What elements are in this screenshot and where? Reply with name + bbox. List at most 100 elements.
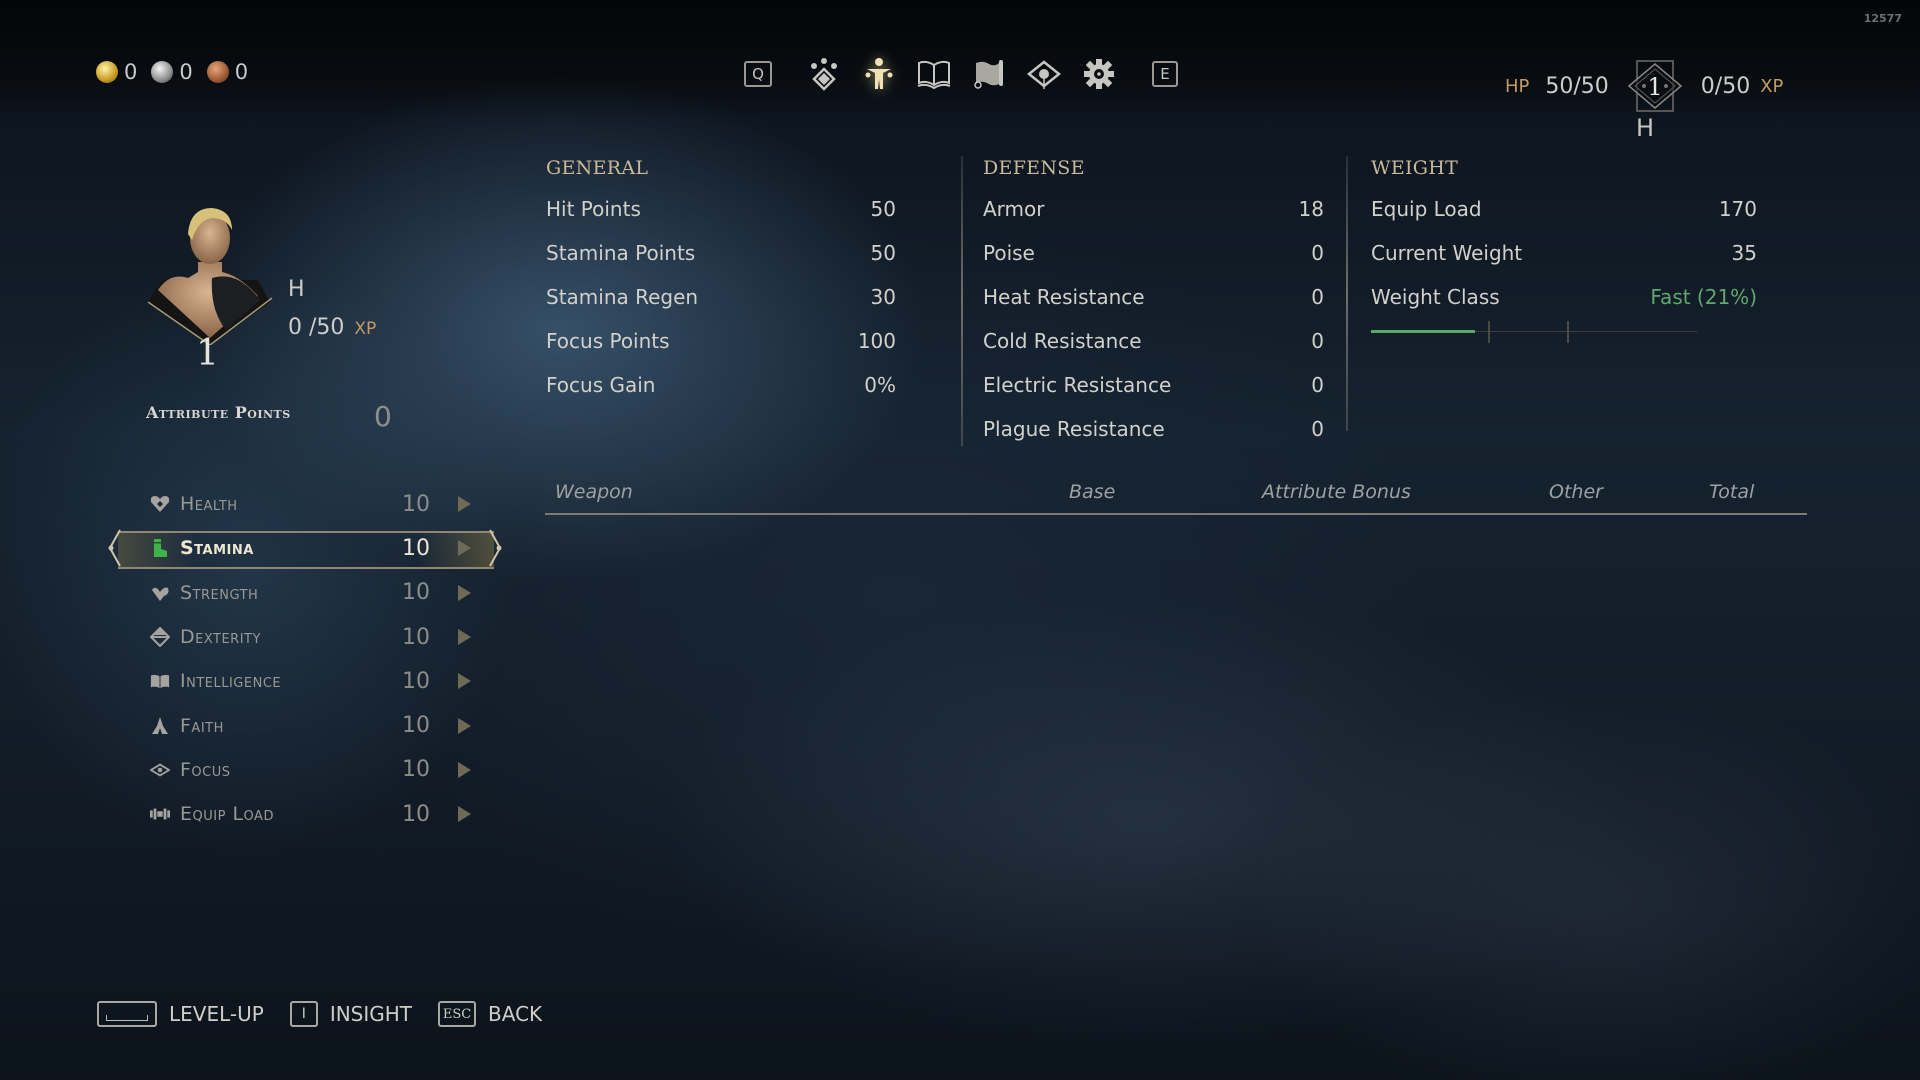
attribute-stamina[interactable]: Stamina 10 <box>108 526 510 570</box>
stat-row: Focus Gain 0% <box>546 373 896 417</box>
attribute-value: 10 <box>402 713 430 739</box>
tab-skills[interactable] <box>806 56 842 92</box>
stat-row: Stamina Points 50 <box>546 241 896 285</box>
next-tab-button[interactable]: E <box>1147 56 1183 92</box>
stat-row: Electric Resistance 0 <box>983 373 1324 417</box>
increase-arrow-icon[interactable] <box>458 496 471 513</box>
stat-label: Poise <box>983 241 1035 265</box>
character-icon <box>865 58 893 89</box>
increase-arrow-icon[interactable] <box>458 761 471 778</box>
stat-row: Current Weight 35 <box>1371 241 1757 285</box>
stat-row: Equip Load 170 <box>1371 197 1757 241</box>
dexterity-icon <box>150 627 170 648</box>
strength-arm-icon <box>150 583 170 603</box>
e-key-hint: E <box>1152 61 1178 87</box>
intelligence-book-icon <box>150 671 170 691</box>
attribute-focus[interactable]: Focus 10 <box>110 748 510 792</box>
attribute-value: 10 <box>402 535 430 561</box>
stat-value: 0 <box>1311 373 1324 397</box>
tab-settings[interactable] <box>1081 56 1117 92</box>
column-other: Other <box>1549 481 1603 503</box>
section-divider <box>1346 156 1348 431</box>
increase-arrow-icon[interactable] <box>458 584 471 601</box>
weapon-table-divider <box>545 513 1807 515</box>
attribute-value: 10 <box>402 491 430 517</box>
attribute-faith[interactable]: Faith 10 <box>110 703 510 747</box>
attribute-list: Health 10 Stamina 10 Strength 10 Dexteri… <box>108 482 510 836</box>
weight-bar-fill <box>1371 330 1476 333</box>
hud-status: HP 50/50 1 0/50 XP <box>1505 58 1783 114</box>
heart-icon <box>150 494 170 514</box>
silver-coin-icon <box>151 61 174 83</box>
stat-label: Focus Gain <box>546 373 656 397</box>
increase-arrow-icon[interactable] <box>458 629 471 646</box>
attribute-dexterity[interactable]: Dexterity 10 <box>110 615 510 659</box>
attribute-value: 10 <box>402 801 430 827</box>
stat-value: 35 <box>1731 241 1757 265</box>
tab-map[interactable] <box>971 56 1007 92</box>
attribute-health[interactable]: Health 10 <box>110 482 510 526</box>
hp-label: HP <box>1505 75 1530 97</box>
weight-section-title: WEIGHT <box>1371 157 1459 179</box>
stat-label: Hit Points <box>546 197 641 221</box>
tab-journal[interactable] <box>916 56 952 92</box>
copper-amount: 0 <box>234 60 249 84</box>
stat-row: Hit Points 50 <box>546 197 896 241</box>
weight-bar-threshold <box>1488 321 1491 343</box>
bottom-action-bar: LEVEL-UP I INSIGHT ESC BACK <box>97 1001 568 1027</box>
stat-value: 170 <box>1718 197 1757 221</box>
attribute-value: 10 <box>402 580 430 606</box>
stat-row: Heat Resistance 0 <box>983 285 1324 329</box>
map-scroll-icon <box>974 60 1003 89</box>
focus-eye-icon <box>150 760 170 780</box>
attribute-intelligence[interactable]: Intelligence 10 <box>110 659 510 703</box>
weight-class-bar <box>1371 321 1697 343</box>
insight-label: INSIGHT <box>329 1002 413 1026</box>
hud-character-initial: H <box>1636 114 1655 142</box>
esc-key-icon: ESC <box>438 1001 477 1027</box>
stat-value: 50 <box>870 197 896 221</box>
stat-row: Plague Resistance 0 <box>983 417 1324 461</box>
stat-label: Stamina Points <box>546 241 696 265</box>
gold-amount: 0 <box>124 60 138 84</box>
back-button[interactable]: ESC BACK <box>438 1001 568 1027</box>
section-divider <box>961 156 963 446</box>
stat-row: Cold Resistance 0 <box>983 329 1324 373</box>
insight-button[interactable]: I INSIGHT <box>289 1001 438 1027</box>
weapon-table-header: Weapon Base Attribute Bonus Other Total <box>545 481 1805 517</box>
stat-value: 18 <box>1298 197 1324 221</box>
stat-label: Heat Resistance <box>983 285 1145 309</box>
stat-row: Poise 0 <box>983 241 1324 285</box>
attribute-name: Dexterity <box>180 626 261 649</box>
attribute-equip-load[interactable]: Equip Load 10 <box>110 792 510 836</box>
level-up-button[interactable]: LEVEL-UP <box>97 1001 290 1027</box>
stat-row: Weight Class Fast (21%) <box>1371 285 1757 329</box>
stat-label: Equip Load <box>1371 197 1482 221</box>
silver-amount: 0 <box>179 60 193 84</box>
increase-arrow-icon[interactable] <box>458 540 471 557</box>
tab-insight[interactable] <box>1026 56 1062 92</box>
attribute-name: Intelligence <box>180 670 282 693</box>
hp-value: 50/50 <box>1545 73 1609 99</box>
attribute-strength[interactable]: Strength 10 <box>110 571 510 615</box>
tab-character[interactable] <box>861 56 897 92</box>
copper-coin-icon <box>206 61 229 83</box>
stat-row: Armor 18 <box>983 197 1324 241</box>
stat-label: Weight Class <box>1371 285 1500 309</box>
stat-label: Cold Resistance <box>983 329 1142 353</box>
character-xp-label: XP <box>354 319 377 339</box>
stat-value: 0% <box>864 373 896 397</box>
increase-arrow-icon[interactable] <box>458 806 471 823</box>
stat-row: Focus Points 100 <box>546 329 896 373</box>
increase-arrow-icon[interactable] <box>458 717 471 734</box>
attribute-name: Faith <box>180 714 224 737</box>
skills-icon <box>811 58 837 91</box>
weight-class-value: Fast (21%) <box>1650 285 1757 309</box>
stat-label: Plague Resistance <box>983 417 1165 441</box>
top-menu: Q E <box>740 56 1202 92</box>
level-emblem-icon: 1 <box>1627 60 1682 112</box>
attribute-value: 10 <box>402 668 430 694</box>
increase-arrow-icon[interactable] <box>458 673 471 690</box>
prev-tab-button[interactable]: Q <box>740 56 776 92</box>
hud-level-number: 1 <box>1647 73 1662 101</box>
